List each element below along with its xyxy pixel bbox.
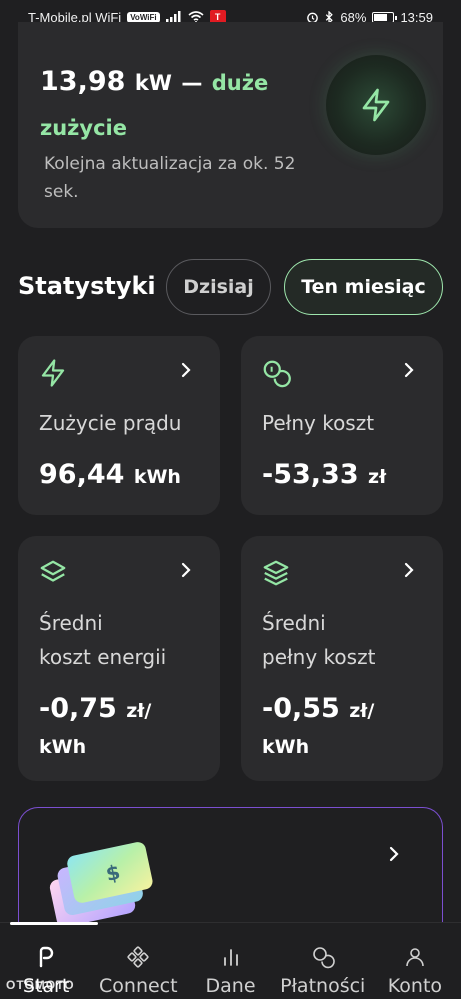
stat-card-consumption[interactable]: Zużycie prądu 96,44 kWh [18,336,220,515]
connect-icon [127,946,149,968]
chevron-right-icon [404,362,414,378]
battery-icon [372,11,398,23]
stat-value: -0,55 zł/ [262,690,374,730]
live-consumption-card[interactable]: 13,98 kW — duże zużycie Kolejna aktualiz… [18,22,443,228]
chevron-right-icon [181,362,191,378]
bar-chart-icon [223,949,238,966]
nav-label: Konto [387,975,443,997]
lightning-bolt-icon [41,359,65,387]
stat-label: Zużycie prądu [39,411,182,435]
payment-cards-illustration: $ [49,842,153,927]
live-power-unit: kW [134,71,172,95]
stat-unit-line1: zł/ [349,700,375,722]
stat-unit: zł [368,466,387,488]
stat-number: -53,33 [262,459,359,490]
live-dash: — [181,71,203,95]
promo-card[interactable]: $ [18,807,443,937]
nav-active-indicator [10,922,98,925]
stat-label: Pełny koszt [262,411,375,435]
chevron-right-icon [404,562,414,578]
stat-unit-line1: zł/ [126,700,152,722]
nav-item-konto[interactable]: Konto [369,923,461,999]
stat-label-line2: koszt energii [39,645,167,669]
filter-this-month-button[interactable]: Ten miesiąc [284,259,443,315]
stat-number: -0,75 [39,693,117,724]
stat-label-line1: Średni [262,611,326,635]
stats-title: Statystyki [18,272,156,300]
stat-card-avg-energy-cost[interactable]: Średni koszt energii -0,75 zł/ kWh [18,536,220,781]
nav-item-dane[interactable]: Dane [184,923,276,999]
stat-unit: kWh [133,466,181,488]
update-countdown: Kolejna aktualizacja za ok. 52 sek. [44,154,296,202]
layers-stack-icon [263,560,289,586]
stat-label-line2: pełny koszt [262,645,376,669]
user-icon [406,948,424,967]
live-power-reading: 13,98 kW — duże zużycie [40,60,320,150]
stat-card-full-cost[interactable]: Pełny koszt -53,33 zł [241,336,443,515]
watermark-logo: OTOMOTO [6,978,75,992]
filter-today-button[interactable]: Dzisiaj [166,259,271,315]
chevron-right-icon [181,562,191,578]
coins-icon [312,947,335,969]
nav-label: Płatności [280,975,366,997]
stat-unit-line2-row: kWh [262,726,309,766]
stat-value: 96,44 kWh [39,456,181,496]
nav-label: Connect [99,975,178,997]
stat-unit-line2: kWh [262,736,310,758]
stat-value: -0,75 zł/ [39,690,151,730]
vowifi-badge: VoWiFi [127,11,160,23]
stat-number: 96,44 [39,459,125,490]
home-p-icon [39,946,54,968]
chevron-right-icon [389,846,399,862]
stat-card-avg-full-cost[interactable]: Średni pełny koszt -0,55 zł/ kWh [241,536,443,781]
lightning-bolt-icon [362,88,390,122]
coins-icon [263,360,291,388]
stat-unit-line2-row: kWh [39,726,86,766]
stat-value: -53,33 zł [262,456,386,496]
live-power-value: 13,98 [40,66,126,97]
stat-number: -0,55 [262,693,340,724]
live-indicator [326,55,426,155]
stat-label-line1: Średni [39,611,103,635]
nav-item-platnosci[interactable]: Płatności [277,923,369,999]
nav-label: Dane [205,975,256,997]
layers-icon [40,560,66,582]
stat-unit-line2: kWh [39,736,87,758]
nav-item-connect[interactable]: Connect [92,923,184,999]
